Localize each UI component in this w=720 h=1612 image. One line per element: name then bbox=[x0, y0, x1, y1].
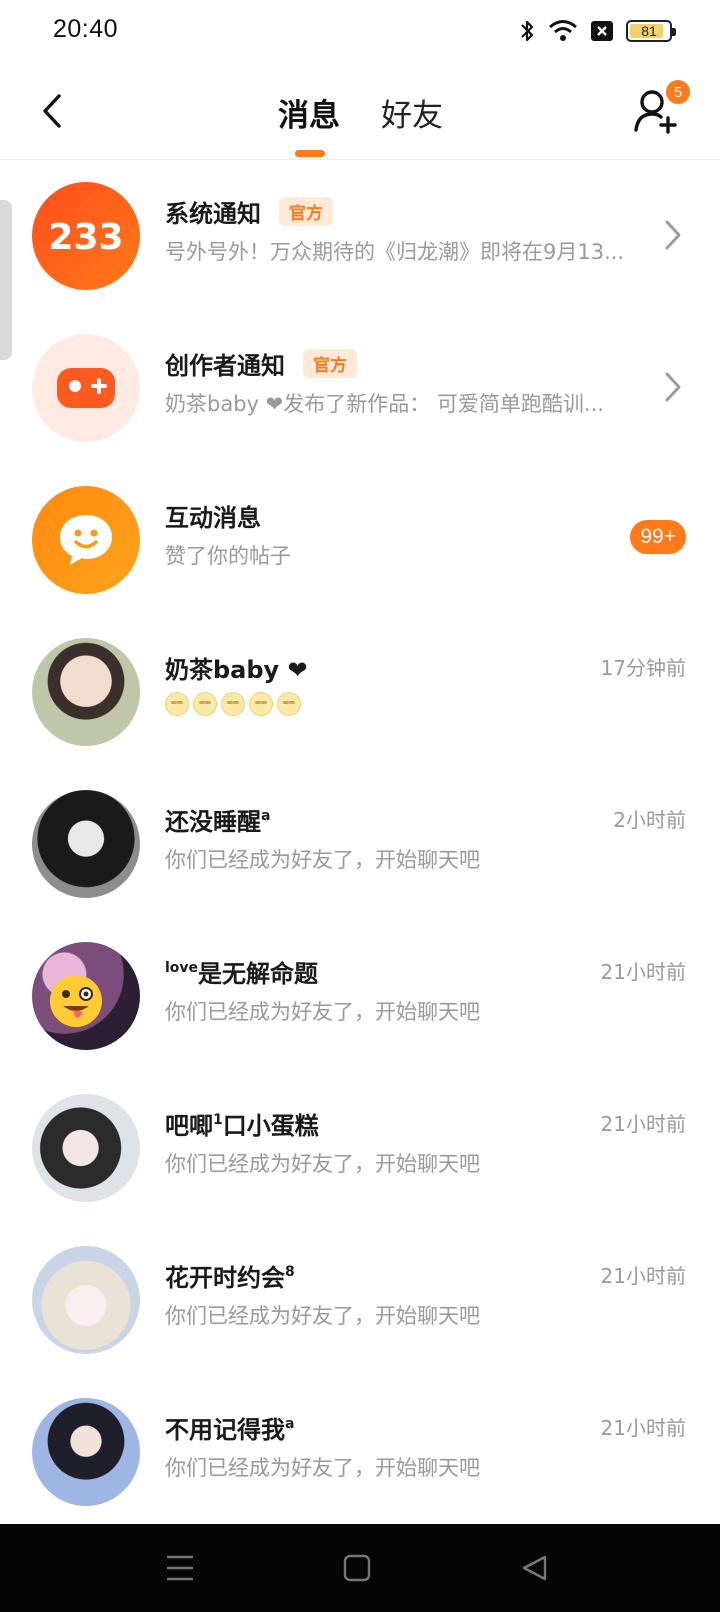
eye-roll-emoji-icon bbox=[277, 692, 301, 716]
message-preview: 你们已经成为好友了，开始聊天吧 bbox=[165, 1152, 480, 1176]
tab-messages[interactable]: 消息 bbox=[278, 90, 340, 135]
message-preview: 你们已经成为好友了，开始聊天吧 bbox=[165, 1304, 480, 1328]
back-button[interactable] bbox=[30, 89, 74, 133]
avatar bbox=[32, 942, 140, 1050]
contact-name-text: 花开时约会 bbox=[165, 1264, 285, 1292]
back-triangle-icon[interactable] bbox=[518, 1552, 552, 1584]
list-item-creator-notice[interactable]: 创作者通知 官方 奶茶baby ❤发布了新作品： 可爱简单跑酷训... bbox=[0, 312, 720, 468]
timestamp: 17分钟前 bbox=[600, 656, 686, 680]
conversation-row[interactable]: 花开时约会8 你们已经成为好友了，开始聊天吧 21小时前 bbox=[0, 1224, 720, 1380]
unread-badge: 99+ bbox=[630, 520, 686, 554]
message-preview: 你们已经成为好友了，开始聊天吧 bbox=[165, 1456, 480, 1480]
row-preview: 奶茶baby ❤发布了新作品： 可爱简单跑酷训... bbox=[165, 392, 604, 416]
gamepad-icon bbox=[57, 368, 115, 408]
message-preview: 你们已经成为好友了，开始聊天吧 bbox=[165, 1000, 480, 1024]
list-item-interactions[interactable]: 互动消息 赞了你的帖子 99+ bbox=[0, 464, 720, 620]
eye-roll-emoji-icon bbox=[165, 692, 189, 716]
name-superscript: a bbox=[285, 1416, 295, 1432]
contact-name-suffix: 口小蛋糕 bbox=[222, 1112, 319, 1140]
emoji-sequence bbox=[165, 692, 301, 716]
contact-name-text: 吧唧 bbox=[165, 1112, 213, 1140]
avatar bbox=[32, 638, 140, 746]
status-icons: 81 bbox=[518, 18, 676, 44]
conversation-row[interactable]: 不用记得我a 你们已经成为好友了，开始聊天吧 21小时前 bbox=[0, 1376, 720, 1524]
battery-level: 81 bbox=[641, 23, 657, 39]
name-superscript: 8 bbox=[285, 1264, 295, 1280]
contact-name-text: 是无解命题 bbox=[198, 960, 319, 988]
chevron-right-icon bbox=[665, 220, 681, 250]
name-superscript: love bbox=[165, 960, 199, 976]
avatar: 233 bbox=[32, 182, 140, 290]
chevron-left-icon bbox=[43, 94, 61, 128]
contact-name: 奶茶baby ❤ bbox=[165, 656, 308, 684]
list-item-system-notice[interactable]: 233 系统通知 官方 号外号外！万众期待的《归龙潮》即将在9月13... bbox=[0, 160, 720, 316]
wifi-icon bbox=[549, 20, 577, 41]
avatar bbox=[32, 1398, 140, 1506]
tongue-emoji-icon bbox=[50, 975, 102, 1027]
contact-name-text: 还没睡醒 bbox=[165, 808, 261, 836]
status-time: 20:40 bbox=[53, 15, 119, 43]
name-superscript: 1 bbox=[213, 1112, 223, 1128]
message-preview bbox=[165, 692, 635, 721]
notification-close-icon bbox=[591, 21, 613, 41]
header: 消息 好友 5 bbox=[0, 64, 720, 160]
233-logo-icon: 233 bbox=[48, 217, 123, 256]
avatar bbox=[32, 1246, 140, 1354]
conversation-row[interactable]: 吧唧1口小蛋糕 你们已经成为好友了，开始聊天吧 21小时前 bbox=[0, 1072, 720, 1228]
system-nav-bar bbox=[0, 1524, 720, 1612]
menu-icon[interactable] bbox=[163, 1552, 197, 1584]
timestamp: 21小时前 bbox=[600, 1264, 686, 1288]
system-notice-title: 系统通知 bbox=[165, 200, 261, 228]
tab-friends[interactable]: 好友 bbox=[381, 90, 443, 135]
contact-name: 吧唧1口小蛋糕 bbox=[165, 1106, 319, 1141]
contact-name: 花开时约会8 bbox=[165, 1258, 295, 1293]
avatar bbox=[32, 1094, 140, 1202]
svg-text:233: 233 bbox=[48, 217, 123, 256]
official-tag: 官方 bbox=[279, 197, 333, 226]
conversation-row[interactable]: 还没睡醒a 你们已经成为好友了，开始聊天吧 2小时前 bbox=[0, 768, 720, 924]
bluetooth-icon bbox=[521, 20, 534, 42]
chevron-right-icon bbox=[665, 372, 681, 402]
home-icon[interactable] bbox=[340, 1552, 374, 1584]
row-title: 互动消息 bbox=[165, 504, 261, 532]
row-title: 创作者通知 官方 bbox=[165, 346, 357, 381]
timestamp: 21小时前 bbox=[600, 1416, 686, 1440]
conversation-row[interactable]: love是无解命题 你们已经成为好友了，开始聊天吧 21小时前 bbox=[0, 920, 720, 1076]
contact-name: 不用记得我a bbox=[165, 1410, 294, 1445]
avatar bbox=[32, 334, 140, 442]
name-superscript: a bbox=[261, 808, 271, 824]
official-tag: 官方 bbox=[303, 349, 357, 378]
active-tab-indicator bbox=[295, 150, 325, 157]
timestamp: 21小时前 bbox=[600, 1112, 686, 1136]
eye-roll-emoji-icon bbox=[249, 692, 273, 716]
row-preview: 赞了你的帖子 bbox=[165, 544, 291, 568]
row-preview: 号外号外！万众期待的《归龙潮》即将在9月13... bbox=[165, 240, 625, 264]
battery-icon: 81 bbox=[626, 20, 676, 42]
avatar bbox=[32, 486, 140, 594]
avatar bbox=[32, 790, 140, 898]
chat-bubble-icon bbox=[60, 515, 112, 565]
creator-notice-title: 创作者通知 bbox=[165, 352, 285, 380]
contact-name: 还没睡醒a bbox=[165, 802, 270, 837]
friend-request-badge: 5 bbox=[666, 80, 690, 104]
message-preview: 你们已经成为好友了，开始聊天吧 bbox=[165, 848, 480, 872]
eye-roll-emoji-icon bbox=[193, 692, 217, 716]
message-list: 233 系统通知 官方 号外号外！万众期待的《归龙潮》即将在9月13... 创作者… bbox=[0, 160, 720, 1524]
timestamp: 21小时前 bbox=[600, 960, 686, 984]
row-title: 系统通知 官方 bbox=[165, 194, 333, 229]
timestamp: 2小时前 bbox=[613, 808, 686, 832]
conversation-row[interactable]: 奶茶baby ❤ 17分钟前 bbox=[0, 616, 720, 772]
eye-roll-emoji-icon bbox=[221, 692, 245, 716]
status-bar: 20:40 81 bbox=[0, 0, 720, 64]
contact-name: love是无解命题 bbox=[165, 954, 318, 989]
contact-name-text: 不用记得我 bbox=[165, 1416, 285, 1444]
